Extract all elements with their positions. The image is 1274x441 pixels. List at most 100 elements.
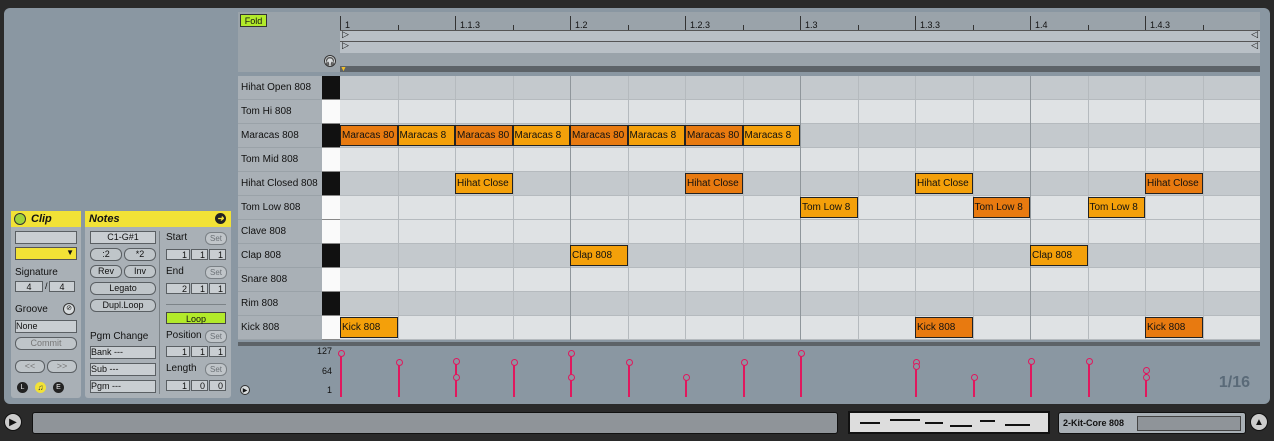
velocity-stem[interactable] <box>627 361 630 397</box>
piano-key[interactable] <box>322 76 340 100</box>
velocity-stem[interactable] <box>397 361 400 397</box>
piano-key[interactable] <box>322 196 340 220</box>
piano-key[interactable] <box>322 220 340 244</box>
double-button[interactable]: *2 <box>124 248 156 261</box>
bank-field[interactable]: Bank --- <box>90 346 156 359</box>
start-bar[interactable]: 1 <box>166 249 190 260</box>
piano-key[interactable] <box>322 172 340 196</box>
midi-note[interactable]: Clap 808 <box>1030 245 1088 266</box>
signature-denominator[interactable]: 4 <box>49 281 75 292</box>
velocity-handle[interactable] <box>625 358 633 366</box>
loop-end-marker-icon[interactable]: ◁ <box>1251 29 1258 40</box>
prev-button[interactable]: << <box>15 360 45 373</box>
velocity-stem[interactable] <box>742 361 745 397</box>
velocity-handle[interactable] <box>453 374 460 382</box>
launch-box-button[interactable]: L <box>17 382 28 393</box>
midi-note[interactable]: Tom Low 8 <box>800 197 858 218</box>
piano-key[interactable] <box>322 124 340 148</box>
position-set-button[interactable]: Set <box>205 330 227 343</box>
midi-note[interactable]: Maracas 8 <box>397 125 455 146</box>
length-set-button[interactable]: Set <box>205 363 227 376</box>
drum-pad-name[interactable]: Tom Mid 808 <box>238 148 322 172</box>
scrub-area[interactable] <box>340 53 1260 66</box>
position-bar[interactable]: 1 <box>166 346 190 357</box>
drum-pad-name[interactable]: Hihat Closed 808 <box>238 172 322 196</box>
end-sixteenth[interactable]: 1 <box>209 283 226 294</box>
drum-pad-name[interactable]: Hihat Open 808 <box>238 76 322 100</box>
fold-button[interactable]: Fold <box>240 14 267 27</box>
velocity-stem[interactable] <box>340 353 342 397</box>
piano-keys[interactable] <box>322 76 340 340</box>
velocity-editor[interactable] <box>338 346 1260 398</box>
headphones-preview-icon[interactable]: 🎧 <box>324 55 336 67</box>
clip-color-dropdown[interactable]: ▼ <box>15 247 77 260</box>
velocity-handle[interactable] <box>395 358 403 366</box>
midi-note[interactable]: Hihat Close <box>1145 173 1203 194</box>
midi-note[interactable]: Maracas 80 <box>570 125 628 146</box>
sub-bank-field[interactable]: Sub --- <box>90 363 156 376</box>
note-grid[interactable]: Maracas 80 Maracas 8 Maracas 80 Maracas 8 Ma… <box>340 76 1260 340</box>
velocity-handle[interactable] <box>1143 366 1150 374</box>
next-button[interactable]: >> <box>47 360 77 373</box>
legato-button[interactable]: Legato <box>90 282 156 295</box>
start-beat[interactable]: 1 <box>191 249 208 260</box>
invert-button[interactable]: Inv <box>124 265 156 278</box>
midi-note[interactable]: Tom Low 8 <box>1087 197 1145 218</box>
groove-pool-icon[interactable]: ⊘ <box>63 303 75 315</box>
position-sixteenth[interactable]: 1 <box>209 346 226 357</box>
length-bar[interactable]: 1 <box>166 380 190 391</box>
drum-pad-name[interactable]: Clave 808 <box>238 220 322 244</box>
velocity-handle[interactable] <box>1085 357 1093 365</box>
velocity-toggle-icon[interactable]: ▶ <box>240 385 250 395</box>
overview-minimap[interactable] <box>848 411 1050 434</box>
drum-pad-name[interactable]: Maracas 808 <box>238 124 322 148</box>
arrow-right-icon[interactable]: ➜ <box>215 213 226 224</box>
midi-note[interactable]: Hihat Close <box>455 173 513 194</box>
clip-name-field[interactable] <box>15 231 77 244</box>
end-marker-icon[interactable]: ◁ <box>1251 40 1258 51</box>
reverse-button[interactable]: Rev <box>90 265 122 278</box>
velocity-handle[interactable] <box>568 374 575 382</box>
piano-key[interactable] <box>322 292 340 316</box>
midi-note[interactable]: Hihat Close <box>685 173 743 194</box>
midi-note[interactable]: Maracas 80 <box>685 125 743 146</box>
position-beat[interactable]: 1 <box>191 346 208 357</box>
midi-note[interactable]: Maracas 8 <box>742 125 800 146</box>
duplicate-loop-button[interactable]: Dupl.Loop <box>90 299 156 312</box>
midi-note[interactable]: Kick 808 <box>915 317 973 338</box>
length-beat[interactable]: 0 <box>191 380 208 391</box>
grid-size-label[interactable]: 1/16 <box>1219 374 1250 392</box>
midi-note[interactable]: Kick 808 <box>340 317 398 338</box>
midi-note[interactable]: Maracas 80 <box>340 125 398 146</box>
end-beat[interactable]: 1 <box>191 283 208 294</box>
midi-note[interactable]: Hihat Close <box>915 173 973 194</box>
half-button[interactable]: :2 <box>90 248 122 261</box>
up-triangle-icon[interactable]: ▲ <box>1250 413 1268 431</box>
drum-pad-name[interactable]: Clap 808 <box>238 244 322 268</box>
envelope-box-button[interactable]: E <box>53 382 64 393</box>
piano-key[interactable] <box>322 316 340 340</box>
midi-note[interactable]: Kick 808 <box>1145 317 1203 338</box>
commit-button[interactable]: Commit <box>15 337 77 350</box>
velocity-handle[interactable] <box>1143 374 1150 382</box>
note-range-field[interactable]: C1-G#1 <box>90 231 156 244</box>
drum-pad-name[interactable]: Tom Low 808 <box>238 196 322 220</box>
velocity-stem[interactable] <box>915 366 917 397</box>
velocity-handle[interactable] <box>798 350 805 357</box>
piano-key[interactable] <box>322 268 340 292</box>
length-sixteenth[interactable]: 0 <box>209 380 226 391</box>
midi-note[interactable]: Tom Low 8 <box>972 197 1030 218</box>
velocity-handle[interactable] <box>913 363 920 371</box>
velocity-stem[interactable] <box>1030 360 1032 397</box>
velocity-handle[interactable] <box>453 357 460 365</box>
drum-pad-name[interactable]: Rim 808 <box>238 292 322 316</box>
midi-note[interactable]: Maracas 8 <box>512 125 570 146</box>
velocity-handle[interactable] <box>338 350 345 357</box>
end-set-button[interactable]: Set <box>205 266 227 279</box>
start-sixteenth[interactable]: 1 <box>209 249 226 260</box>
groove-field[interactable]: None <box>15 320 77 333</box>
signature-numerator[interactable]: 4 <box>15 281 43 292</box>
notes-toggle-icon[interactable]: ♫ <box>35 382 46 393</box>
velocity-handle[interactable] <box>970 374 978 382</box>
velocity-handle[interactable] <box>568 350 575 357</box>
